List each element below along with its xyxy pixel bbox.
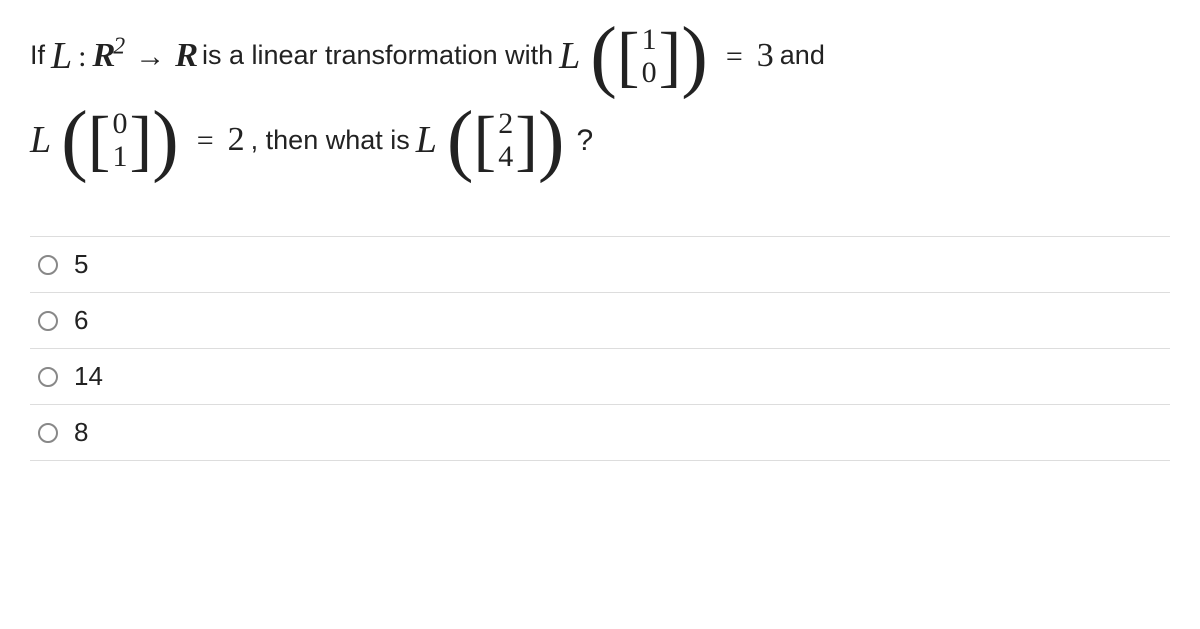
symbol-L-3: L bbox=[30, 104, 51, 176]
symbol-L-2: L bbox=[559, 20, 580, 92]
radio-icon bbox=[38, 367, 58, 387]
vec1-bot: 0 bbox=[642, 56, 657, 89]
domain-R2: R2 bbox=[93, 24, 126, 89]
vec2-top: 0 bbox=[112, 107, 127, 140]
option-label: 8 bbox=[74, 417, 88, 448]
vec3-top: 2 bbox=[498, 107, 513, 140]
vec3-bot: 4 bbox=[498, 140, 513, 173]
symbol-L: L bbox=[51, 20, 72, 92]
arrow-icon: → bbox=[135, 28, 165, 85]
radio-icon bbox=[38, 255, 58, 275]
option-4[interactable]: 8 bbox=[30, 404, 1170, 461]
radio-icon bbox=[38, 311, 58, 331]
option-label: 6 bbox=[74, 305, 88, 336]
vec1-top: 1 bbox=[642, 23, 657, 56]
equals-1: = bbox=[726, 28, 743, 85]
option-3[interactable]: 14 bbox=[30, 348, 1170, 404]
text-linear-transform: is a linear transformation with bbox=[202, 30, 553, 81]
vector-2-wrap: ( [ 0 1 ] ) bbox=[61, 107, 179, 173]
question-text: If L : R2 → R is a linear transformation… bbox=[30, 20, 1170, 176]
question-mark: ? bbox=[576, 112, 593, 169]
vec2-bot: 1 bbox=[112, 140, 127, 173]
text-and: and bbox=[780, 30, 825, 81]
answer-options: 5 6 14 8 bbox=[30, 236, 1170, 461]
colon: : bbox=[78, 28, 86, 85]
value-1: 3 bbox=[757, 24, 774, 89]
text-then: , then what is bbox=[251, 115, 410, 166]
vector-3-wrap: ( [ 2 4 ] ) bbox=[447, 107, 565, 173]
value-2: 2 bbox=[228, 108, 245, 173]
symbol-L-4: L bbox=[416, 104, 437, 176]
text-if: If bbox=[30, 30, 45, 81]
option-1[interactable]: 5 bbox=[30, 236, 1170, 292]
vector-1-wrap: ( [ 1 0 ] ) bbox=[590, 23, 708, 89]
option-label: 5 bbox=[74, 249, 88, 280]
codomain-R: R bbox=[175, 24, 196, 89]
option-2[interactable]: 6 bbox=[30, 292, 1170, 348]
option-label: 14 bbox=[74, 361, 103, 392]
radio-icon bbox=[38, 423, 58, 443]
equals-2: = bbox=[197, 112, 214, 169]
